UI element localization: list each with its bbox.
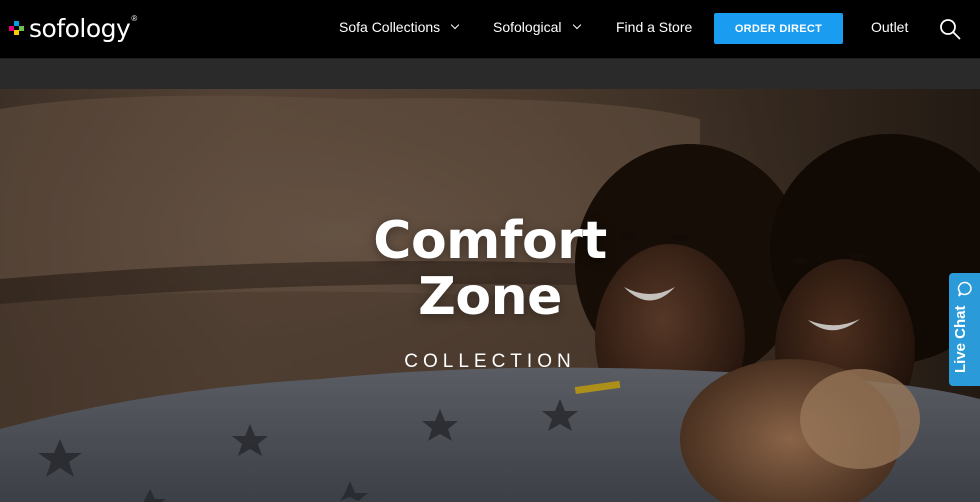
hero-title-line-2: Zone xyxy=(418,267,562,327)
chevron-down-icon xyxy=(450,20,460,30)
chevron-down-icon xyxy=(572,20,581,30)
sub-navigation-bar xyxy=(0,58,980,89)
nav-item-find-a-store[interactable]: Find a Store xyxy=(616,0,692,54)
hero-banner[interactable]: Comfort Zone COLLECTION xyxy=(0,89,980,502)
logo-dots-icon xyxy=(9,21,27,35)
nav-item-sofological[interactable]: Sofological xyxy=(493,0,581,54)
nav-label: Find a Store xyxy=(616,19,693,35)
nav-label: Outlet xyxy=(871,19,909,35)
nav-item-sofa-collections[interactable]: Sofa Collections xyxy=(339,0,460,54)
logo-registered-mark: ® xyxy=(131,13,138,23)
site-header: sofology ® Sofa Collections Sofological … xyxy=(0,0,980,58)
nav-item-outlet[interactable]: Outlet xyxy=(871,0,908,54)
live-chat-label: Live Chat xyxy=(952,305,969,373)
nav-label: Sofological xyxy=(493,19,562,35)
sofology-logo[interactable]: sofology ® xyxy=(9,12,137,44)
hero-title-line-1: Comfort xyxy=(373,211,607,271)
hero-subtitle: COLLECTION xyxy=(404,351,576,372)
nav-label: Sofa Collections xyxy=(339,19,441,35)
order-direct-button[interactable]: ORDER DIRECT xyxy=(714,13,843,44)
live-chat-tab[interactable]: Live Chat xyxy=(949,273,980,386)
search-icon[interactable] xyxy=(939,18,961,40)
hero-title: Comfort Zone xyxy=(0,213,980,325)
logo-text: sofology xyxy=(29,13,131,43)
